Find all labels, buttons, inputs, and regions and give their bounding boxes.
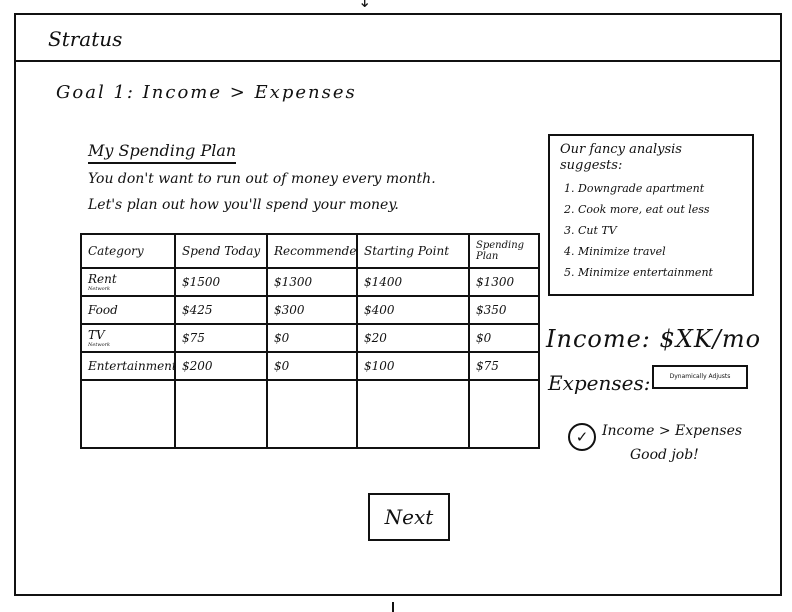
app-title: Stratus xyxy=(48,27,123,51)
table-header-row: Category Spend Today Recommended Startin… xyxy=(80,233,540,269)
spend-today-cell: $1500 xyxy=(174,267,268,297)
starting-point-input[interactable]: $1400 xyxy=(356,267,470,297)
expenses-value: Dynamically Adjusts xyxy=(652,365,748,389)
category-label: Entertainment xyxy=(88,358,175,373)
header-spend-today: Spend Today xyxy=(174,233,268,269)
spend-today-cell: $75 xyxy=(174,323,268,353)
bottom-connector xyxy=(392,602,394,612)
table-row: Entertainment $200 $0 $100 $75 xyxy=(80,351,540,381)
status-message: Good job! xyxy=(630,447,699,463)
analysis-item: Cook more, eat out less xyxy=(578,199,742,220)
analysis-item: Minimize entertainment xyxy=(578,262,742,283)
top-arrow-icon: ↓ xyxy=(358,0,372,11)
empty-cell xyxy=(80,379,176,449)
starting-point-input[interactable]: $100 xyxy=(356,351,470,381)
analysis-item: Downgrade apartment xyxy=(578,178,742,199)
category-label: TV xyxy=(88,328,105,342)
table-row: Rent Network $1500 $1300 $1400 $1300 xyxy=(80,267,540,297)
spending-plan-input[interactable]: $350 xyxy=(468,295,540,325)
expenses-label: Expenses: xyxy=(548,371,651,395)
analysis-item: Cut TV xyxy=(578,220,742,241)
category-cell: Food xyxy=(80,295,176,325)
category-sublabel: Network xyxy=(88,286,111,292)
empty-cell xyxy=(266,379,358,449)
starting-point-input[interactable]: $400 xyxy=(356,295,470,325)
analysis-title: Our fancy analysis suggests: xyxy=(560,142,682,173)
table-row: TV Network $75 $0 $20 $0 xyxy=(80,323,540,353)
analysis-list: Downgrade apartment Cook more, eat out l… xyxy=(560,178,742,283)
next-button[interactable]: Next xyxy=(368,493,450,541)
category-sublabel: Network xyxy=(88,342,111,348)
income-summary: Income: $XK/mo xyxy=(546,325,762,353)
check-icon: ✓ xyxy=(568,423,596,451)
category-label: Rent xyxy=(88,272,117,286)
spending-plan-input[interactable]: $0 xyxy=(468,323,540,353)
recommended-cell: $0 xyxy=(266,323,358,353)
goal-heading: Goal 1: Income > Expenses xyxy=(56,82,357,103)
spend-today-cell: $425 xyxy=(174,295,268,325)
header-spending-plan: Spending Plan xyxy=(468,233,540,269)
spending-plan-input[interactable]: $1300 xyxy=(468,267,540,297)
recommended-cell: $300 xyxy=(266,295,358,325)
starting-point-input[interactable]: $20 xyxy=(356,323,470,353)
category-cell: Rent Network xyxy=(80,267,176,297)
spend-today-cell: $200 xyxy=(174,351,268,381)
empty-cell xyxy=(356,379,470,449)
category-label: Food xyxy=(88,302,118,317)
empty-cell xyxy=(468,379,540,449)
recommended-cell: $0 xyxy=(266,351,358,381)
category-cell: TV Network xyxy=(80,323,176,353)
analysis-panel: Our fancy analysis suggests: Downgrade a… xyxy=(548,134,754,296)
spending-table: Category Spend Today Recommended Startin… xyxy=(80,233,540,449)
header-recommended: Recommended xyxy=(266,233,358,269)
category-cell: Entertainment xyxy=(80,351,176,381)
empty-cell xyxy=(174,379,268,449)
header-category: Category xyxy=(80,233,176,269)
app-window: Stratus Goal 1: Income > Expenses My Spe… xyxy=(14,13,782,596)
plan-title: My Spending Plan xyxy=(88,141,237,164)
table-row-empty xyxy=(80,379,540,449)
analysis-item: Minimize travel xyxy=(578,241,742,262)
plan-intro-line-1: You don't want to run out of money every… xyxy=(88,171,436,187)
spending-plan-input[interactable]: $75 xyxy=(468,351,540,381)
table-row: Food $425 $300 $400 $350 xyxy=(80,295,540,325)
status-text: Income > Expenses xyxy=(602,423,743,439)
recommended-cell: $1300 xyxy=(266,267,358,297)
header-starting-point: Starting Point xyxy=(356,233,470,269)
title-bar: Stratus xyxy=(16,15,780,62)
plan-intro-line-2: Let's plan out how you'll spend your mon… xyxy=(88,197,399,213)
